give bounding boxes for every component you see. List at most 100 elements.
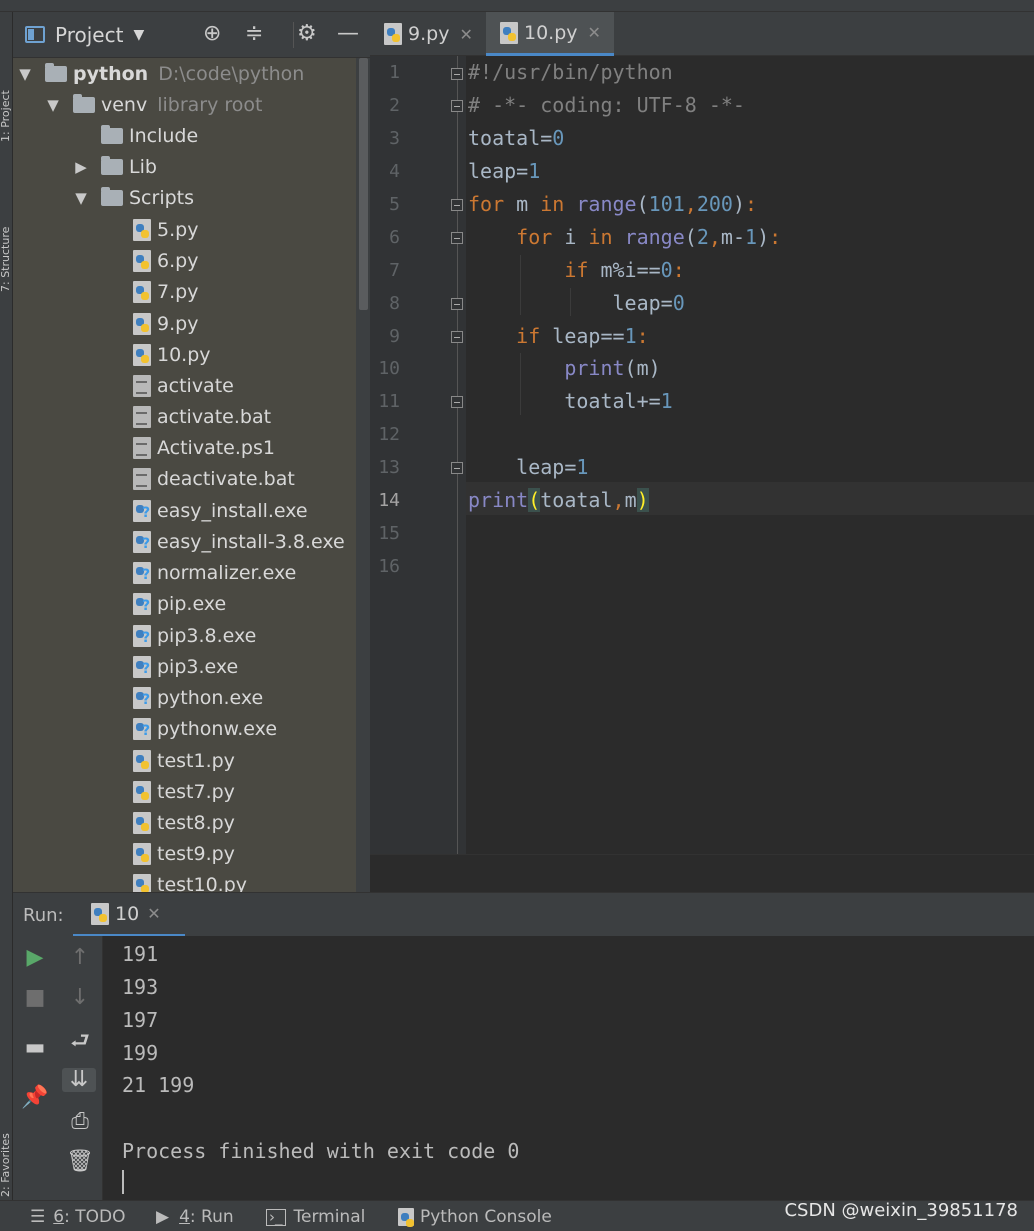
unknown-file-icon: [133, 655, 151, 678]
minimize-icon[interactable]: —: [337, 22, 359, 46]
header-divider: [293, 22, 294, 48]
fold-marker-icon[interactable]: [451, 199, 463, 211]
terminal-tool-button[interactable]: ›_ Terminal: [266, 1207, 365, 1227]
fold-marker-icon[interactable]: [451, 232, 463, 244]
expand-arrow-icon[interactable]: ▶: [73, 158, 89, 176]
fold-marker-icon[interactable]: [451, 462, 463, 474]
pin-icon[interactable]: 📌: [17, 1086, 53, 1110]
scroll-to-end-icon[interactable]: ⇊: [62, 1068, 96, 1092]
tree-file-item[interactable]: pythonw.exe: [13, 713, 356, 744]
stop-icon[interactable]: ■: [17, 986, 53, 1010]
run-triangle-icon: ▶: [156, 1207, 170, 1227]
code-line: # -*- coding: UTF-8 -*-: [468, 93, 745, 117]
tree-file-item[interactable]: python.exe: [13, 682, 356, 713]
locate-file-icon[interactable]: ⊕: [203, 22, 221, 46]
code-line: #!/usr/bin/python: [468, 60, 673, 84]
gear-icon[interactable]: ⚙: [297, 22, 317, 46]
fold-marker-icon[interactable]: [451, 396, 463, 408]
print-icon[interactable]: ⎙: [62, 1110, 98, 1134]
run-tool-button[interactable]: ▶ 4 : Run: [156, 1207, 234, 1227]
expand-arrow-icon[interactable]: ▼: [45, 96, 61, 114]
tree-file-item[interactable]: activate: [13, 370, 356, 401]
project-panel-header: Project ▼ ⊕ ≑ ⚙ —: [13, 12, 370, 58]
line-number: 8: [389, 293, 400, 314]
tree-file-item[interactable]: normalizer.exe: [13, 557, 356, 588]
rerun-icon[interactable]: ▶: [17, 946, 53, 970]
tree-file-item[interactable]: pip3.exe: [13, 651, 356, 682]
tree-file-item[interactable]: test7.py: [13, 776, 356, 807]
tab-10-py[interactable]: 10.py ✕: [486, 12, 614, 56]
fold-marker-icon[interactable]: [451, 100, 463, 112]
python-file-icon: [133, 343, 151, 366]
collapse-all-icon[interactable]: ≑: [245, 22, 263, 46]
tree-file-item[interactable]: test8.py: [13, 807, 356, 838]
tree-file-item[interactable]: easy_install.exe: [13, 495, 356, 526]
line-number-current: 14: [378, 490, 400, 511]
text-file-icon: [133, 436, 151, 459]
arrow-up-icon[interactable]: ↑: [62, 946, 98, 970]
arrow-down-icon[interactable]: ↓: [62, 986, 98, 1010]
tree-file-item[interactable]: activate.bat: [13, 401, 356, 432]
tree-scroll-thumb[interactable]: [359, 58, 368, 310]
tree-item-label: 5.py: [157, 218, 199, 241]
tree-file-item[interactable]: 5.py: [13, 214, 356, 245]
folder-icon: [73, 93, 95, 113]
close-icon[interactable]: ✕: [147, 904, 160, 923]
tree-file-item[interactable]: Activate.ps1: [13, 432, 356, 463]
tree-file-item[interactable]: deactivate.bat: [13, 463, 356, 494]
line-number: 13: [378, 457, 400, 478]
project-tool-tab[interactable]: 1: Project: [0, 22, 13, 142]
tree-file-item[interactable]: test1.py: [13, 745, 356, 776]
tree-item-lib[interactable]: ▶ Lib: [13, 151, 356, 182]
tree-file-item[interactable]: test10.py: [13, 869, 356, 892]
run-config-tab[interactable]: 10 ✕: [73, 893, 185, 937]
line-number: 16: [378, 556, 400, 577]
unknown-file-icon: [133, 499, 151, 522]
favorites-tool-tab[interactable]: 2: Favorites: [0, 1067, 13, 1197]
project-view-selector[interactable]: Project: [55, 23, 123, 47]
tree-file-item[interactable]: 6.py: [13, 245, 356, 276]
fold-marker-icon[interactable]: [451, 331, 463, 343]
folder-icon: [101, 155, 123, 175]
console-exit-message: Process finished with exit code 0: [122, 1139, 520, 1163]
fold-marker-icon[interactable]: [451, 298, 463, 310]
line-number: 2: [389, 95, 400, 116]
run-number: 4: [179, 1207, 190, 1227]
tree-item-label: venv: [101, 93, 148, 116]
close-icon[interactable]: ✕: [588, 23, 601, 42]
tree-file-item[interactable]: test9.py: [13, 838, 356, 869]
tree-item-label: Activate.ps1: [157, 436, 275, 459]
layout-icon[interactable]: ▬: [17, 1036, 53, 1060]
tree-file-item[interactable]: pip3.8.exe: [13, 620, 356, 651]
tree-file-item[interactable]: 7.py: [13, 276, 356, 307]
tree-item-scripts[interactable]: ▼ Scripts: [13, 182, 356, 213]
tree-file-item[interactable]: 9.py: [13, 308, 356, 339]
tree-item-include[interactable]: Include: [13, 120, 356, 151]
tree-item-label: 9.py: [157, 312, 199, 335]
expand-arrow-icon[interactable]: ▼: [17, 65, 33, 83]
soft-wrap-icon[interactable]: ⮐: [62, 1030, 98, 1054]
python-file-icon: [133, 749, 151, 772]
chevron-down-icon[interactable]: ▼: [133, 27, 144, 43]
tree-item-python[interactable]: ▼ python D:\code\python: [13, 58, 356, 89]
tree-file-item[interactable]: 10.py: [13, 339, 356, 370]
tab-9-py[interactable]: 9.py ✕: [370, 12, 486, 56]
close-icon[interactable]: ✕: [459, 25, 472, 44]
tree-file-item[interactable]: pip.exe: [13, 588, 356, 619]
expand-arrow-icon[interactable]: ▼: [73, 189, 89, 207]
trash-icon[interactable]: 🗑: [62, 1150, 98, 1174]
tab-label: 10.py: [524, 21, 578, 44]
python-console-tool-button[interactable]: Python Console: [398, 1207, 552, 1227]
text-cursor: [122, 1170, 124, 1194]
run-panel-label: Run:: [23, 905, 64, 926]
python-console-icon: [398, 1208, 414, 1227]
fold-marker-icon[interactable]: [451, 68, 463, 80]
tree-item-label: pythonw.exe: [157, 717, 278, 740]
todo-tool-button[interactable]: ☰ 6 : TODO: [30, 1207, 125, 1227]
tree-item-label: deactivate.bat: [157, 467, 295, 490]
tree-file-item[interactable]: easy_install-3.8.exe: [13, 526, 356, 557]
structure-tool-tab[interactable]: 7: Structure: [0, 172, 13, 292]
tree-item-label: Include: [129, 124, 199, 147]
tree-vertical-scrollbar[interactable]: [356, 58, 370, 892]
tree-item-venv[interactable]: ▼ venv library root: [13, 89, 356, 120]
